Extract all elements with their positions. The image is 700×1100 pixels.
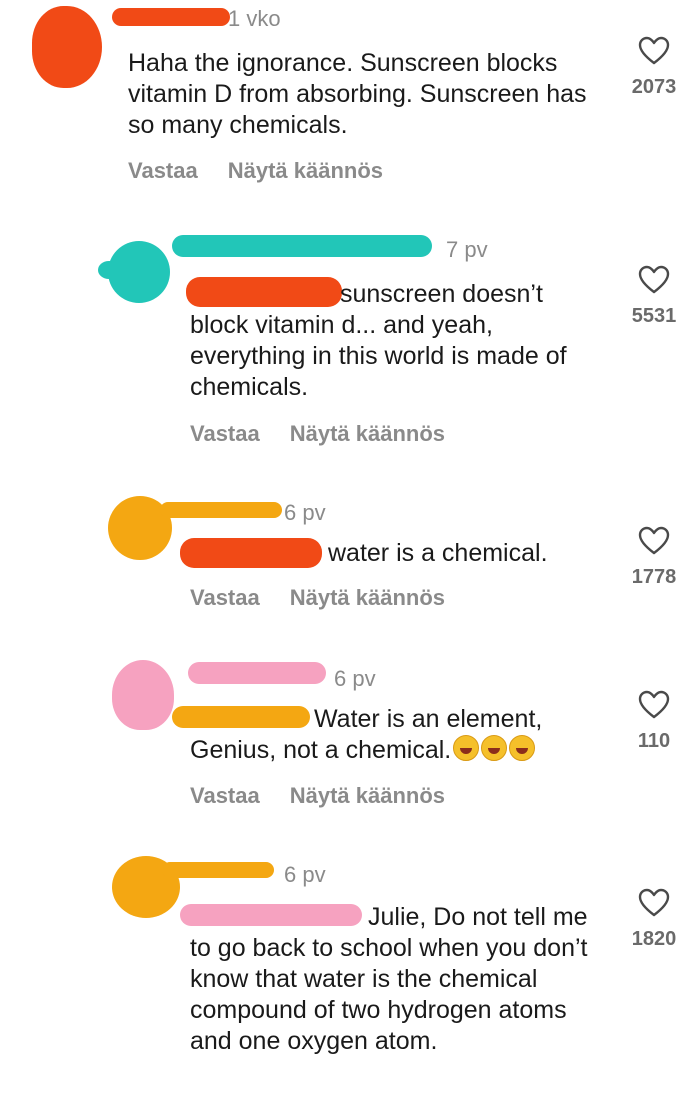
like-button[interactable]: 2073: [624, 36, 684, 99]
comment-actions: Vastaa Näytä käännös: [190, 421, 445, 447]
like-count: 1820: [631, 928, 677, 950]
translate-button[interactable]: Näytä käännös: [290, 783, 445, 808]
comment-text: water is a chemical.: [328, 539, 548, 567]
comment-timestamp: 6 pv: [284, 500, 326, 525]
avatar[interactable]: [112, 660, 174, 730]
reply-button[interactable]: Vastaa: [190, 585, 260, 610]
comment-actions: Vastaa Näytä käännös: [128, 158, 383, 184]
rofl-emoji: [453, 735, 480, 761]
comment-text: Water is an element, Genius, not a chemi…: [190, 705, 543, 764]
heart-outline-icon: [638, 265, 670, 294]
heart-outline-icon: [638, 690, 670, 719]
heart-outline-icon: [638, 36, 670, 65]
comment: 6 pv Julie, Do not tell me to go back to…: [0, 848, 700, 1100]
redacted-username[interactable]: [112, 8, 230, 26]
comment-timestamp: 1 vko: [228, 6, 281, 31]
heart-outline-icon: [638, 888, 670, 917]
like-button[interactable]: 1778: [624, 526, 684, 589]
redacted-username[interactable]: [188, 662, 326, 684]
comment-text: sunscreen doesn’t block vitamin d... and…: [190, 280, 567, 401]
reply-button[interactable]: Vastaa: [128, 158, 198, 183]
comment-timestamp: 7 pv: [446, 237, 488, 262]
comment: 1 vko Haha the ignorance. Sunscreen bloc…: [0, 0, 700, 200]
like-button[interactable]: 1820: [624, 888, 684, 951]
comment-text: Haha the ignorance. Sunscreen blocks vit…: [128, 49, 587, 139]
like-count: 2073: [631, 76, 677, 98]
avatar[interactable]: [32, 6, 102, 88]
comment: 6 pv water is a chemical. Vastaa Näytä kä…: [0, 488, 700, 628]
translate-button[interactable]: Näytä käännös: [290, 421, 445, 446]
like-count: 5531: [631, 305, 677, 327]
redacted-username[interactable]: [172, 235, 432, 257]
like-count: 1778: [631, 566, 677, 588]
like-button[interactable]: 5531: [624, 265, 684, 328]
translate-button[interactable]: Näytä käännös: [290, 585, 445, 610]
translate-button[interactable]: Näytä käännös: [228, 158, 383, 183]
like-count: 110: [637, 730, 671, 752]
comment-actions: Vastaa Näytä käännös: [190, 585, 445, 611]
reply-button[interactable]: Vastaa: [190, 783, 260, 808]
avatar-tail: [98, 261, 120, 279]
rofl-emoji: [509, 735, 536, 761]
redacted-username[interactable]: [160, 502, 282, 518]
rofl-emoji: [481, 735, 508, 761]
comment-text: Julie, Do not tell me to go back to scho…: [190, 903, 588, 1055]
like-button[interactable]: 110: [624, 690, 684, 753]
heart-outline-icon: [638, 526, 670, 555]
reply-button[interactable]: Vastaa: [190, 421, 260, 446]
comment-actions: Vastaa Näytä käännös: [190, 783, 445, 809]
comment: 7 pv sunscreen doesn’t block vitamin d..…: [0, 225, 700, 465]
redacted-username[interactable]: [162, 862, 274, 878]
comment-timestamp: 6 pv: [334, 666, 376, 691]
comment-timestamp: 6 pv: [284, 862, 326, 887]
comment: 6 pv Water is an element, Genius, not a …: [0, 650, 700, 820]
